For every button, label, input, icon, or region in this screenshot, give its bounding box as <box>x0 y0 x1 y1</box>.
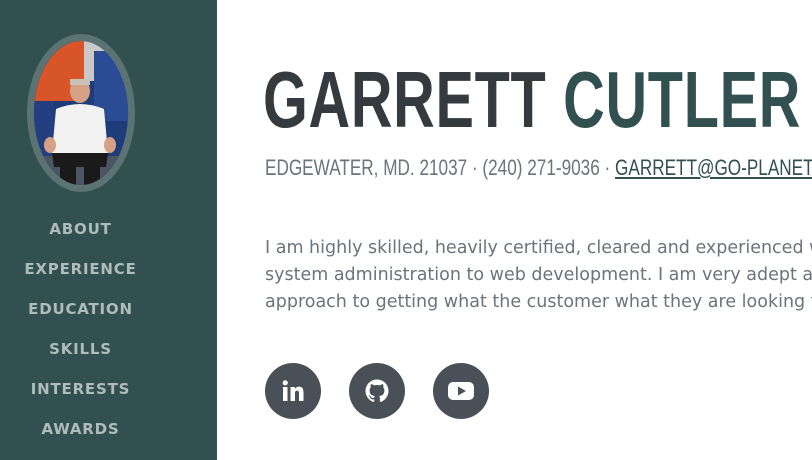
address: EDGEWATER, MD. 21037 <box>265 155 468 180</box>
page-title: GARRETT CUTLER <box>263 52 801 148</box>
nav-item-awards[interactable]: AWARDS <box>0 408 161 448</box>
linkedin-button[interactable] <box>265 363 321 419</box>
separator: · <box>467 155 483 180</box>
phone: (240) 271-9036 <box>482 155 600 180</box>
bio-line: system administration to web development… <box>265 265 812 285</box>
main-content: GARRETT CUTLER EDGEWATER, MD. 21037 · (2… <box>217 0 812 460</box>
nav-item-about[interactable]: ABOUT <box>0 208 161 248</box>
github-button[interactable] <box>349 363 405 419</box>
email-link[interactable]: GARRETT@GO-PLANET.COM <box>615 155 812 180</box>
avatar-photo <box>34 41 128 185</box>
nav-item-skills[interactable]: SKILLS <box>0 328 161 368</box>
github-icon <box>365 379 389 402</box>
bio-line: I am highly skilled, heavily certified, … <box>265 238 812 258</box>
sidebar: ABOUT EXPERIENCE EDUCATION SKILLS INTERE… <box>0 0 217 460</box>
separator: · <box>599 155 616 180</box>
nav-item-interests[interactable]: INTERESTS <box>0 368 161 408</box>
avatar-frame <box>27 34 135 192</box>
contact-line: EDGEWATER, MD. 21037 · (240) 271-9036 · … <box>265 155 812 181</box>
last-name: CUTLER <box>563 55 802 144</box>
avatar <box>34 41 128 185</box>
nav-item-education[interactable]: EDUCATION <box>0 288 161 328</box>
linkedin-icon <box>282 380 304 401</box>
youtube-icon <box>448 382 474 400</box>
sidebar-nav: ABOUT EXPERIENCE EDUCATION SKILLS INTERE… <box>0 208 161 448</box>
first-name: GARRETT <box>263 55 547 144</box>
bio-text: I am highly skilled, heavily certified, … <box>265 235 812 316</box>
youtube-button[interactable] <box>433 363 489 419</box>
nav-item-experience[interactable]: EXPERIENCE <box>0 248 161 288</box>
bio-line: approach to getting what the customer wh… <box>265 292 812 312</box>
